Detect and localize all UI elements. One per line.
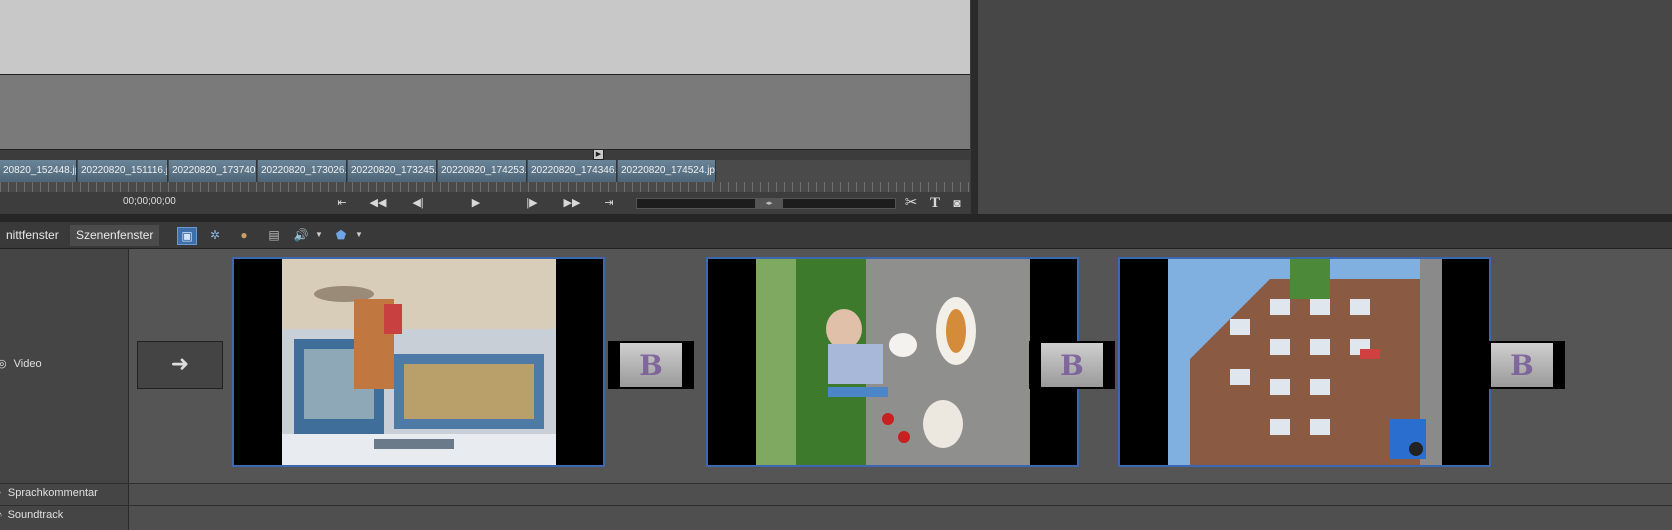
filmstrip-clip[interactable]: 20820_152448.jpg <box>0 160 77 182</box>
monitor-divider <box>0 149 970 160</box>
scene-view-icon[interactable]: ▣ <box>177 227 197 245</box>
scene-image <box>708 259 1077 465</box>
step-back-icon[interactable]: ◀| <box>409 194 427 212</box>
preview-area <box>0 0 970 75</box>
chevron-down-icon[interactable]: ▼ <box>350 227 368 243</box>
transition-preview: B <box>1041 343 1103 387</box>
track-narration-header: • Sprachkommentar <box>0 487 128 499</box>
start-arrow-icon[interactable]: ➜ <box>137 341 223 389</box>
tab-schnittfenster[interactable]: nittfenster <box>0 225 65 246</box>
marker-icon[interactable]: ⬟ <box>332 227 350 243</box>
track-headers: ◎ Video • Sprachkommentar ♪ Soundtrack <box>0 249 129 530</box>
text-icon[interactable]: T <box>926 194 944 212</box>
fast-forward-icon[interactable]: ▶▶ <box>563 194 581 212</box>
transition-label: B <box>1060 349 1084 382</box>
camera-icon[interactable]: ◙ <box>948 194 966 212</box>
filmstrip-clip[interactable]: 20220820_173740.jpg <box>169 160 257 182</box>
track-video-header: ◎ Video <box>0 357 128 370</box>
transition-label: B <box>639 349 663 382</box>
video-track[interactable]: ➜ B B B <box>129 249 1672 483</box>
transition-thumbnail[interactable]: B <box>1029 341 1115 389</box>
preview-lower-area <box>0 75 970 149</box>
track-video-label: Video <box>13 358 42 370</box>
transition-label: B <box>1510 349 1534 382</box>
scene-image <box>1120 259 1489 465</box>
playhead-marker-icon[interactable]: ▶ <box>593 149 604 160</box>
track-soundtrack-header: ♪ Soundtrack <box>0 509 128 521</box>
rewind-icon[interactable]: ◀◀ <box>369 194 387 212</box>
mark-in-icon[interactable]: ⇤ <box>333 194 351 212</box>
time-ruler[interactable] <box>0 182 970 192</box>
filmstrip-clip[interactable]: 20220820_173245.jpg <box>348 160 437 182</box>
scene-image <box>234 259 603 465</box>
chevron-down-icon[interactable]: ▼ <box>310 227 328 243</box>
microphone-icon[interactable]: • <box>0 487 1 499</box>
eye-icon[interactable]: ◎ <box>0 358 7 370</box>
scene-thumbnail[interactable] <box>1118 257 1491 467</box>
properties-icon[interactable]: ▤ <box>265 227 283 243</box>
music-note-icon[interactable]: ♪ <box>0 509 3 521</box>
shuttle-slider[interactable]: ◂▸ <box>636 198 896 209</box>
timecode: 00;00;00;00 <box>123 196 176 207</box>
panel-splitter[interactable] <box>0 214 1672 222</box>
play-icon[interactable]: ▶ <box>467 194 485 212</box>
effects-icon[interactable]: ● <box>235 227 253 243</box>
step-forward-icon[interactable]: |▶ <box>523 194 541 212</box>
filmstrip-clip[interactable]: 20220820_151116.jpg <box>78 160 168 182</box>
soundtrack-track[interactable] <box>129 506 1672 530</box>
track-soundtrack-label: Soundtrack <box>7 509 64 521</box>
tab-bar: nittfenster Szenenfenster ▣ ✲ ● ▤ 🔊 ▼ ⬟ … <box>0 222 1672 249</box>
scissors-icon[interactable]: ✂ <box>902 194 920 212</box>
transport-bar: 00;00;00;00 ⇤ ◀◀ ◀| ▶ |▶ ▶▶ ⇥ ◂▸ ✂ T ◙ <box>0 192 970 214</box>
tab-szenenfenster[interactable]: Szenenfenster <box>70 225 160 246</box>
narration-track[interactable] <box>129 484 1672 505</box>
filmstrip-clip[interactable]: 20220820_174346.jpg <box>528 160 617 182</box>
filmstrip-clip[interactable]: 20220820_174253.jpg <box>438 160 527 182</box>
scene-thumbnail[interactable] <box>232 257 605 467</box>
shuttle-knob[interactable]: ◂▸ <box>755 199 783 208</box>
monitor-panel: ▶ 20820_152448.jpg 20220820_151116.jpg 2… <box>0 0 971 214</box>
audio-icon[interactable]: 🔊 <box>292 227 310 243</box>
transition-preview: B <box>1491 343 1553 387</box>
transition-thumbnail[interactable]: B <box>608 341 694 389</box>
filmstrip-clip[interactable]: 20220820_174524.jpg <box>618 160 716 182</box>
transition-thumbnail[interactable]: B <box>1479 341 1565 389</box>
smartfix-icon[interactable]: ✲ <box>206 227 224 243</box>
transition-preview: B <box>620 343 682 387</box>
mark-out-icon[interactable]: ⇥ <box>600 194 618 212</box>
right-panel <box>976 0 1672 214</box>
track-narration-label: Sprachkommentar <box>7 487 98 499</box>
filmstrip: 20820_152448.jpg 20220820_151116.jpg 202… <box>0 160 970 192</box>
filmstrip-clip[interactable]: 20220820_173026.jpg <box>258 160 347 182</box>
scene-thumbnail[interactable] <box>706 257 1079 467</box>
